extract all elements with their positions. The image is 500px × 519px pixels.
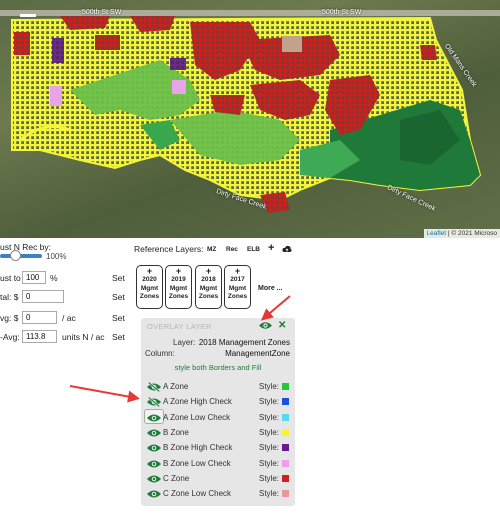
- overlay-title: OVERLAY LAYER: [147, 322, 212, 331]
- avg-input[interactable]: 0: [22, 311, 57, 324]
- style-borders-fill-link[interactable]: style both Borders and Fill: [141, 363, 295, 372]
- style-label: Style:: [259, 458, 280, 468]
- cloud-upload-icon[interactable]: [282, 245, 292, 253]
- zone-row[interactable]: A Zone High Check Style:: [141, 395, 295, 410]
- total-label: tal: $: [0, 292, 19, 302]
- arrow-to-zone: [69, 385, 140, 403]
- ref-2017-mgmt-zones-button[interactable]: + 2017 Mgmt Zones: [224, 265, 251, 309]
- zone-row[interactable]: C Zone Low Check Style:: [141, 487, 295, 502]
- zone-name: B Zone: [163, 427, 189, 437]
- style-swatch[interactable]: [282, 398, 289, 406]
- eye-icon[interactable]: [147, 413, 161, 423]
- eye-icon[interactable]: [147, 474, 161, 484]
- arrow-to-eye: [260, 295, 291, 321]
- style-swatch[interactable]: [282, 474, 289, 482]
- style-label: Style:: [259, 443, 280, 453]
- style-label: Style:: [259, 427, 280, 437]
- nrec-title: ust N Rec by:: [0, 242, 52, 252]
- style-label: Style:: [259, 397, 280, 407]
- zone-row[interactable]: B Zone High Check Style:: [141, 441, 295, 456]
- leaflet-link[interactable]: Leaflet: [427, 230, 447, 237]
- target-avg-unit: units N / ac: [62, 332, 105, 342]
- layer-value: 2018 Management Zones: [198, 338, 290, 347]
- eye-slash-icon[interactable]: [147, 397, 161, 408]
- zone-row[interactable]: C Zone Style:: [141, 472, 295, 487]
- map-attribution: Leaflet | © 2021 Microso: [423, 229, 500, 238]
- ref-2018-mgmt-zones-button[interactable]: + 2018 Mgmt Zones: [195, 265, 222, 309]
- zone-name: B Zone High Check: [163, 443, 233, 453]
- column-label: Column:: [145, 349, 175, 358]
- more-link[interactable]: More ...: [258, 285, 283, 292]
- set-adjust-button[interactable]: Set: [112, 273, 125, 283]
- close-icon[interactable]: ✕: [278, 320, 286, 331]
- nrec-slider-track[interactable]: [0, 254, 42, 258]
- field-map[interactable]: 500th St SW 500th St SW Dirty Face Creek…: [0, 0, 500, 238]
- zone-name: B Zone Low Check: [163, 458, 231, 468]
- zone-row[interactable]: B Zone Style:: [141, 426, 295, 441]
- eye-icon[interactable]: [259, 321, 272, 330]
- style-label: Style:: [259, 382, 280, 391]
- style-swatch[interactable]: [282, 444, 289, 452]
- style-label: Style:: [259, 473, 280, 483]
- nrec-slider-value: 100%: [46, 252, 67, 261]
- eye-icon[interactable]: [147, 459, 161, 469]
- add-layer-button[interactable]: +: [268, 242, 274, 254]
- zone-row[interactable]: B Zone Low Check Style:: [141, 457, 295, 472]
- reference-layers-title: Reference Layers:: [134, 244, 204, 254]
- style-swatch[interactable]: [282, 413, 289, 421]
- eye-icon[interactable]: [147, 443, 161, 453]
- style-label: Style:: [259, 489, 280, 499]
- zone-row[interactable]: A Zone Low Check Style:: [141, 408, 295, 426]
- mz-button[interactable]: MZ: [207, 246, 216, 253]
- target-avg-input[interactable]: 113.8: [22, 330, 57, 343]
- zone-name: A Zone: [163, 382, 189, 391]
- elb-button[interactable]: ELB: [247, 246, 260, 253]
- total-input[interactable]: 0: [22, 290, 64, 303]
- set-total-button[interactable]: Set: [112, 292, 125, 302]
- ref-2020-mgmt-zones-button[interactable]: + 2020 Mgmt Zones: [136, 265, 163, 309]
- eye-slash-icon[interactable]: [147, 382, 161, 392]
- target-avg-label: -Avg:: [0, 332, 20, 342]
- adjust-to-unit: %: [50, 273, 58, 283]
- eye-icon[interactable]: [147, 489, 161, 499]
- zone-name: A Zone High Check: [163, 397, 232, 407]
- zone-name: C Zone: [163, 473, 190, 483]
- nrec-slider-thumb[interactable]: [10, 250, 21, 261]
- set-target-avg-button[interactable]: Set: [112, 332, 125, 342]
- style-label: Style:: [259, 412, 280, 422]
- overlay-layer-panel: OVERLAY LAYER ✕ Layer: 2018 Management Z…: [141, 318, 295, 506]
- zone-name: C Zone Low Check: [163, 489, 232, 499]
- avg-label: vg: $: [0, 313, 19, 323]
- rec-button[interactable]: Rec: [226, 246, 238, 253]
- column-value: ManagementZone: [225, 349, 290, 358]
- eye-icon[interactable]: [147, 428, 161, 438]
- zone-row[interactable]: A Zone Style:: [141, 380, 295, 395]
- layer-label: Layer:: [173, 338, 196, 347]
- ref-2019-mgmt-zones-button[interactable]: + 2019 Mgmt Zones: [165, 265, 192, 309]
- adjust-to-label: ust to: [0, 273, 21, 283]
- style-swatch[interactable]: [282, 383, 289, 390]
- style-swatch[interactable]: [282, 428, 289, 436]
- avg-unit: / ac: [62, 313, 76, 323]
- set-avg-button[interactable]: Set: [112, 313, 125, 323]
- adjust-to-input[interactable]: 100: [22, 271, 46, 284]
- zone-name: A Zone Low Check: [163, 412, 231, 422]
- style-swatch[interactable]: [282, 490, 289, 498]
- style-swatch[interactable]: [282, 459, 289, 467]
